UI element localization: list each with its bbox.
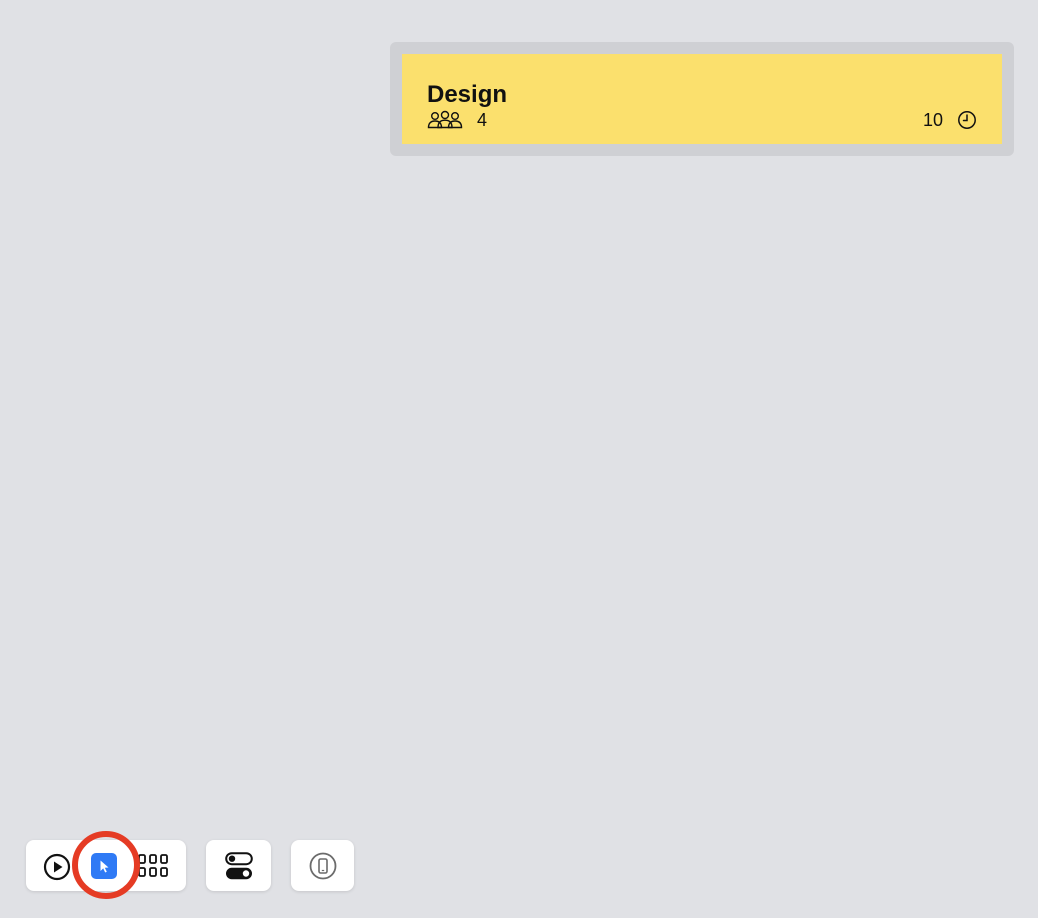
- toggles-button[interactable]: [224, 851, 253, 880]
- people-count: 4: [477, 109, 488, 130]
- play-icon: [43, 853, 71, 881]
- design-card[interactable]: Design 4 10: [402, 54, 1002, 144]
- card-container: Design 4 10: [390, 42, 1014, 156]
- cursor-arrow-icon: [91, 853, 117, 879]
- toggles-icon: [224, 851, 253, 879]
- people-info: 4: [427, 110, 487, 131]
- phone-icon: [309, 852, 336, 879]
- select-mode-button[interactable]: [91, 853, 117, 879]
- people-group-icon: [427, 110, 463, 130]
- toolbar-main-group: [26, 840, 186, 891]
- duration-info: 10: [923, 110, 977, 131]
- toolbar-device-group: [291, 840, 354, 891]
- device-preview-button[interactable]: [309, 852, 337, 880]
- toolbar-toggles-group: [206, 840, 271, 891]
- clock-icon: [957, 110, 977, 130]
- card-meta: 4 10: [427, 110, 977, 130]
- grid-view-button[interactable]: [138, 854, 168, 878]
- grid-icon: [138, 854, 168, 877]
- duration-value: 10: [922, 109, 943, 130]
- card-title: Design: [427, 81, 508, 108]
- play-button[interactable]: [43, 853, 71, 881]
